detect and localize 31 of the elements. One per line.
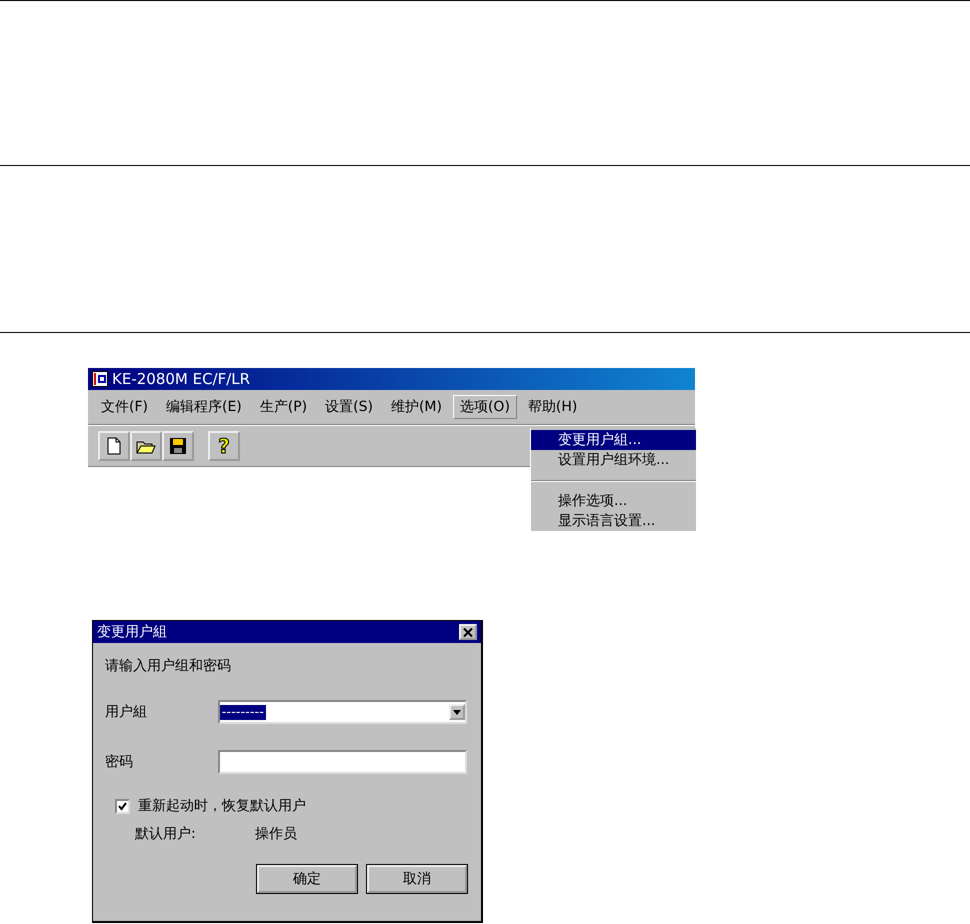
user-group-dropdown[interactable]: --------- — [218, 700, 467, 724]
window-title: KE-2080M EC/F/LR — [112, 370, 250, 388]
menu-item[interactable]: 选项(O) — [452, 395, 517, 419]
menu-item[interactable]: 生产(P) — [252, 395, 314, 419]
field-label: 密码 — [105, 753, 134, 771]
new-file-button[interactable] — [98, 431, 130, 461]
dialog-button[interactable]: 确定 — [257, 865, 357, 893]
password-field[interactable] — [218, 750, 467, 774]
default-user-label: 默认用户: — [135, 825, 197, 843]
dropdown-item[interactable]: 设置用户组环境... — [531, 450, 696, 470]
save-button[interactable] — [162, 431, 194, 461]
open-folder-button[interactable] — [130, 431, 162, 461]
menu-item[interactable]: 设置(S) — [318, 395, 380, 419]
dropdown-item[interactable]: 显示语言设置... — [531, 511, 696, 531]
prompt-text: 请输入用户组和密码 — [105, 657, 232, 676]
menu-item[interactable]: 维护(M) — [384, 395, 449, 419]
close-button[interactable] — [459, 624, 477, 640]
dropdown-item[interactable]: 操作选项... — [531, 491, 696, 511]
dropdown-item[interactable]: 变更用户組... — [531, 430, 696, 450]
document-icon — [106, 437, 122, 455]
field-label: 用户組 — [105, 703, 148, 721]
app-icon — [92, 371, 108, 387]
close-icon — [463, 628, 473, 636]
dialog-title: 变更用户組 — [97, 623, 167, 641]
dialog-button[interactable]: 取消 — [367, 865, 467, 893]
default-user-value: 操作员 — [255, 825, 297, 843]
menu-item[interactable]: 文件(F) — [94, 395, 155, 419]
checkbox[interactable] — [115, 798, 130, 814]
checkbox-label: 重新起动时，恢复默认用户 — [138, 797, 306, 815]
menu-item[interactable]: 帮助(H) — [520, 395, 584, 419]
menu-item[interactable]: 编辑程序(E) — [158, 395, 249, 419]
